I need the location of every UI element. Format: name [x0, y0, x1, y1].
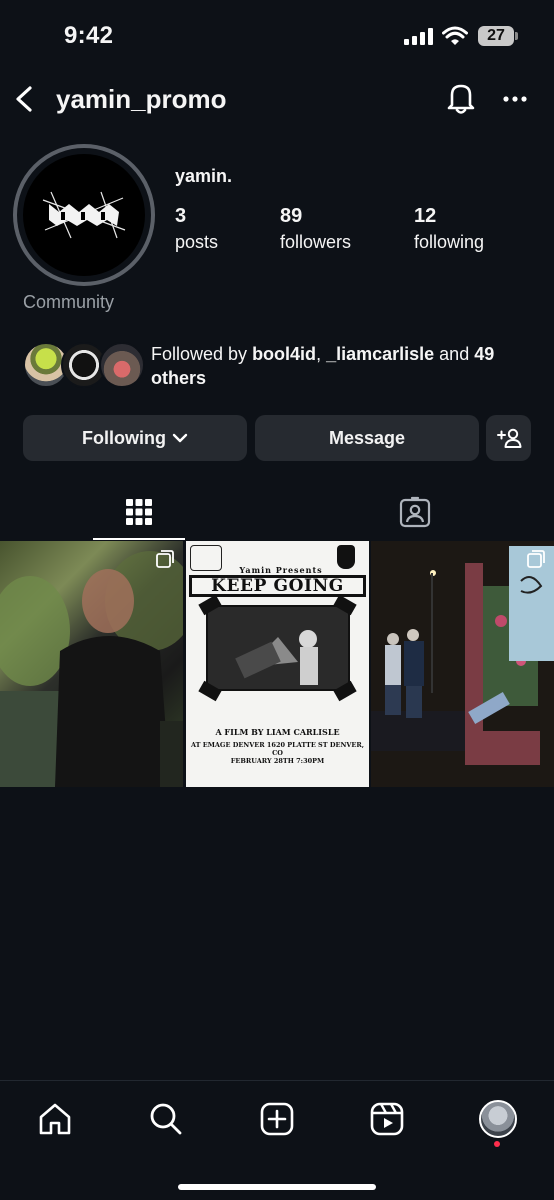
profile-tabs	[0, 484, 554, 540]
poster-photo	[206, 605, 350, 691]
poster-mascot-icon	[337, 545, 355, 569]
followed-by-user-1[interactable]: bool4id	[252, 344, 316, 364]
following-count: 12	[414, 205, 437, 227]
avatar-logo-image	[23, 154, 145, 276]
nav-profile[interactable]	[476, 1097, 520, 1141]
followed-by-prefix: Followed by	[151, 344, 253, 364]
poster-presenter: Yamin Presents	[239, 565, 323, 575]
bottom-navigation	[0, 1080, 554, 1200]
followed-by-separator: ,	[316, 344, 327, 364]
notifications-bell-icon[interactable]	[444, 80, 478, 116]
post-3[interactable]	[371, 541, 554, 787]
followed-by-user-2[interactable]: _liamcarlisle	[326, 344, 434, 364]
post-1-photo	[0, 551, 183, 787]
chevron-down-icon	[172, 433, 188, 443]
tab-posts-grid[interactable]	[93, 484, 185, 540]
profile-avatar[interactable]	[13, 144, 155, 286]
profile-display-name: yamin.	[175, 166, 233, 186]
home-icon	[39, 1103, 71, 1135]
followers-label: followers	[280, 232, 352, 252]
follower-avatar-3	[99, 342, 145, 388]
followed-by-row[interactable]: Followed by bool4id, _liamcarlisle and 4…	[23, 342, 533, 392]
followed-by-text: Followed by bool4id, _liamcarlisle and 4…	[151, 342, 531, 390]
message-button-label: Message	[328, 427, 406, 448]
following-label: following	[414, 232, 485, 252]
posts-stat[interactable]: 3 posts	[175, 205, 218, 253]
poster-credit: A FILM BY LIAM CARLISLE	[215, 727, 340, 737]
grid-icon	[126, 499, 152, 525]
tagged-person-icon	[399, 496, 431, 528]
notification-dot	[494, 1141, 500, 1147]
active-tab-indicator	[93, 538, 185, 540]
followers-stat[interactable]: 89 followers	[280, 205, 351, 253]
poster-date: FEBRUARY 28TH 7:30PM	[230, 757, 325, 765]
create-post-icon	[260, 1102, 294, 1136]
followed-by-and: and	[434, 344, 475, 364]
following-stat[interactable]: 12 following	[414, 205, 484, 253]
search-icon	[150, 1103, 182, 1135]
profile-header: yamin_promo	[0, 74, 554, 124]
wifi-icon	[442, 26, 468, 45]
following-button-label: Following	[82, 427, 166, 448]
poster-venue: AT EMAGE DENVER 1620 PLATTE ST DENVER, C…	[190, 741, 365, 757]
nav-create[interactable]	[255, 1097, 299, 1141]
battery-indicator: 27	[478, 26, 518, 46]
post-2[interactable]: Yamin Presents KEEP GOING A FILM BY LIAM…	[186, 541, 369, 787]
posts-label: posts	[175, 232, 219, 252]
back-arrow-icon[interactable]	[10, 82, 42, 116]
profile-avatar-thumbnail	[479, 1100, 517, 1138]
multiple-posts-icon	[527, 550, 545, 568]
more-options-icon[interactable]	[498, 80, 532, 116]
posts-grid: Yamin Presents KEEP GOING A FILM BY LIAM…	[0, 541, 554, 787]
post-1[interactable]	[0, 541, 183, 787]
status-bar: 9:42 27	[0, 0, 554, 72]
poster-venue-logo	[190, 545, 222, 571]
multiple-posts-icon	[156, 550, 174, 568]
nav-home[interactable]	[33, 1097, 77, 1141]
nav-search[interactable]	[144, 1097, 188, 1141]
yamin-logo-icon	[42, 191, 126, 239]
add-person-icon	[496, 428, 521, 448]
suggested-people-button[interactable]	[486, 415, 531, 461]
status-time: 9:42	[64, 22, 114, 49]
cellular-signal-icon	[404, 28, 433, 45]
message-button[interactable]: Message	[255, 415, 479, 461]
tab-tagged[interactable]	[369, 484, 461, 540]
nav-reels[interactable]	[365, 1097, 409, 1141]
home-indicator	[178, 1184, 376, 1190]
following-button[interactable]: Following	[23, 415, 247, 461]
profile-username: yamin_promo	[56, 84, 227, 114]
post-3-collage	[371, 541, 554, 787]
reels-icon	[370, 1102, 404, 1136]
profile-category: Community	[23, 292, 115, 312]
followers-count: 89	[280, 205, 303, 227]
posts-count: 3	[175, 205, 187, 227]
